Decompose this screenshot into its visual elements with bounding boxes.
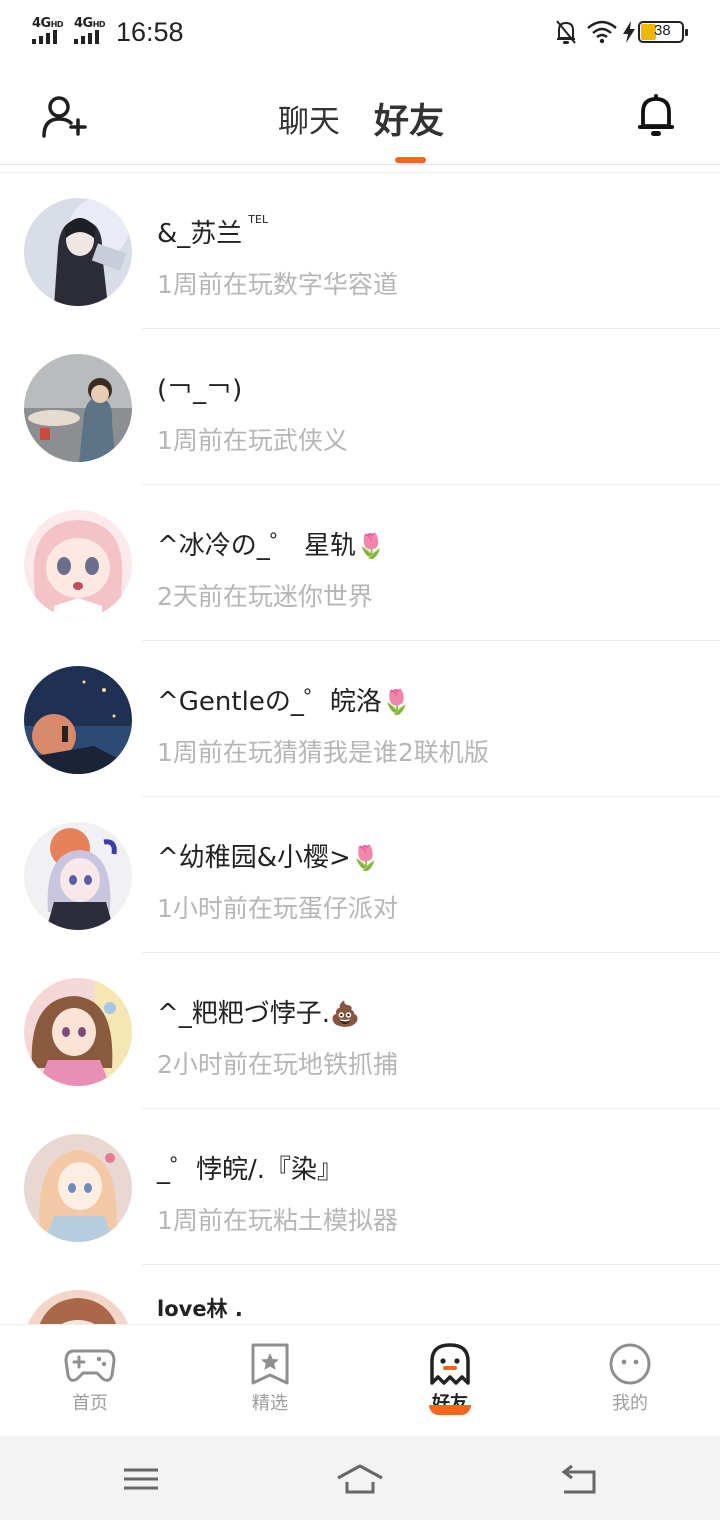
friend-name: ^Gentleの_゜皖洛 bbox=[157, 687, 382, 717]
friend-tag: TEL bbox=[248, 213, 269, 226]
smiley-face-icon bbox=[609, 1343, 651, 1385]
notification-bell-button[interactable] bbox=[634, 92, 678, 138]
avatar[interactable] bbox=[24, 822, 132, 930]
friend-name: ^_粑粑づ悖子. bbox=[157, 999, 331, 1029]
tab-chat[interactable]: 聊天 bbox=[278, 96, 340, 141]
friend-row[interactable]: love林 . bbox=[0, 1265, 720, 1324]
charging-icon bbox=[623, 21, 635, 43]
tulip-emoji: 🌷 bbox=[381, 688, 412, 716]
nav-label: 首页 bbox=[72, 1393, 108, 1414]
nav-label: 我的 bbox=[612, 1393, 648, 1414]
screen: 4GHD 4GHD 16:58 38 聊天 好友 &_苏兰 TEL 1周前在玩数… bbox=[0, 0, 720, 1520]
friend-name: love林 . bbox=[157, 1297, 243, 1321]
avatar[interactable] bbox=[24, 354, 132, 462]
tab-friends[interactable]: 好友 bbox=[374, 93, 444, 144]
friend-status: 2小时前在玩地铁抓捕 bbox=[157, 1050, 398, 1079]
friend-status: 2天前在玩迷你世界 bbox=[157, 582, 373, 611]
friend-status: 1小时前在玩蛋仔派对 bbox=[157, 894, 398, 923]
top-header: 聊天 好友 bbox=[0, 66, 720, 165]
clock: 16:58 bbox=[116, 17, 184, 47]
avatar[interactable] bbox=[24, 1290, 132, 1324]
avatar[interactable] bbox=[24, 1134, 132, 1242]
back-icon[interactable] bbox=[554, 1462, 604, 1496]
nav-friends[interactable]: 好友 bbox=[360, 1325, 540, 1437]
friend-name: &_苏兰 bbox=[157, 219, 243, 249]
ghost-icon bbox=[430, 1343, 470, 1385]
system-nav-bar bbox=[0, 1436, 720, 1520]
star-bookmark-icon bbox=[251, 1343, 289, 1385]
friend-name: ^幼稚园&小樱> bbox=[157, 843, 351, 873]
status-bar: 4GHD 4GHD 16:58 38 bbox=[0, 0, 720, 66]
friend-status: 1周前在玩武侠义 bbox=[157, 426, 348, 455]
tulip-emoji: 🌷 bbox=[356, 532, 386, 560]
gamepad-icon bbox=[64, 1349, 116, 1382]
friend-status: 1周前在玩猜猜我是谁2联机版 bbox=[157, 738, 489, 767]
friend-row[interactable]: ^幼稚园&小樱>🌷 1小时前在玩蛋仔派对 bbox=[0, 797, 720, 953]
friend-row[interactable]: ^Gentleの_゜皖洛🌷 1周前在玩猜猜我是谁2联机版 bbox=[0, 641, 720, 797]
nav-home[interactable]: 首页 bbox=[0, 1325, 180, 1437]
home-icon[interactable] bbox=[335, 1462, 385, 1496]
avatar[interactable] bbox=[24, 198, 132, 306]
friend-status: 1周前在玩粘土模拟器 bbox=[157, 1206, 398, 1235]
avatar[interactable] bbox=[24, 978, 132, 1086]
active-indicator bbox=[429, 1405, 471, 1415]
friend-row[interactable]: ^冰冷の_゜ 星轨🌷 2天前在玩迷你世界 bbox=[0, 485, 720, 641]
poop-emoji: 💩 bbox=[330, 1000, 360, 1028]
bottom-nav: 首页 精选 好友 我的 bbox=[0, 1324, 720, 1436]
friend-name: ^冰冷の_゜ 星轨 bbox=[157, 531, 357, 561]
friend-list: &_苏兰 TEL 1周前在玩数字华容道 (￢_￢) 1周前在玩武侠义 ^冰冷の_… bbox=[0, 172, 720, 1324]
battery-icon: 38 bbox=[638, 21, 688, 43]
friend-row[interactable]: &_苏兰 TEL 1周前在玩数字华容道 bbox=[0, 173, 720, 329]
add-friend-button[interactable] bbox=[40, 94, 88, 138]
wifi-icon bbox=[587, 20, 617, 44]
friend-row[interactable]: _゜悖皖/.『染』 1周前在玩粘土模拟器 bbox=[0, 1109, 720, 1265]
mute-bell-icon bbox=[556, 20, 576, 44]
nav-featured[interactable]: 精选 bbox=[180, 1325, 360, 1437]
nav-label: 精选 bbox=[252, 1393, 288, 1414]
friend-status: 1周前在玩数字华容道 bbox=[157, 270, 398, 299]
friend-row[interactable]: ^_粑粑づ悖子.💩 2小时前在玩地铁抓捕 bbox=[0, 953, 720, 1109]
avatar[interactable] bbox=[24, 666, 132, 774]
friend-row[interactable]: (￢_￢) 1周前在玩武侠义 bbox=[0, 329, 720, 485]
avatar[interactable] bbox=[24, 510, 132, 618]
nav-profile[interactable]: 我的 bbox=[540, 1325, 720, 1437]
tulip-emoji: 🌷 bbox=[350, 844, 381, 872]
menu-icon[interactable] bbox=[116, 1462, 166, 1496]
friend-name: _゜悖皖/.『染』 bbox=[157, 1155, 344, 1185]
active-tab-indicator bbox=[395, 157, 426, 163]
friend-name: (￢_￢) bbox=[157, 375, 243, 405]
